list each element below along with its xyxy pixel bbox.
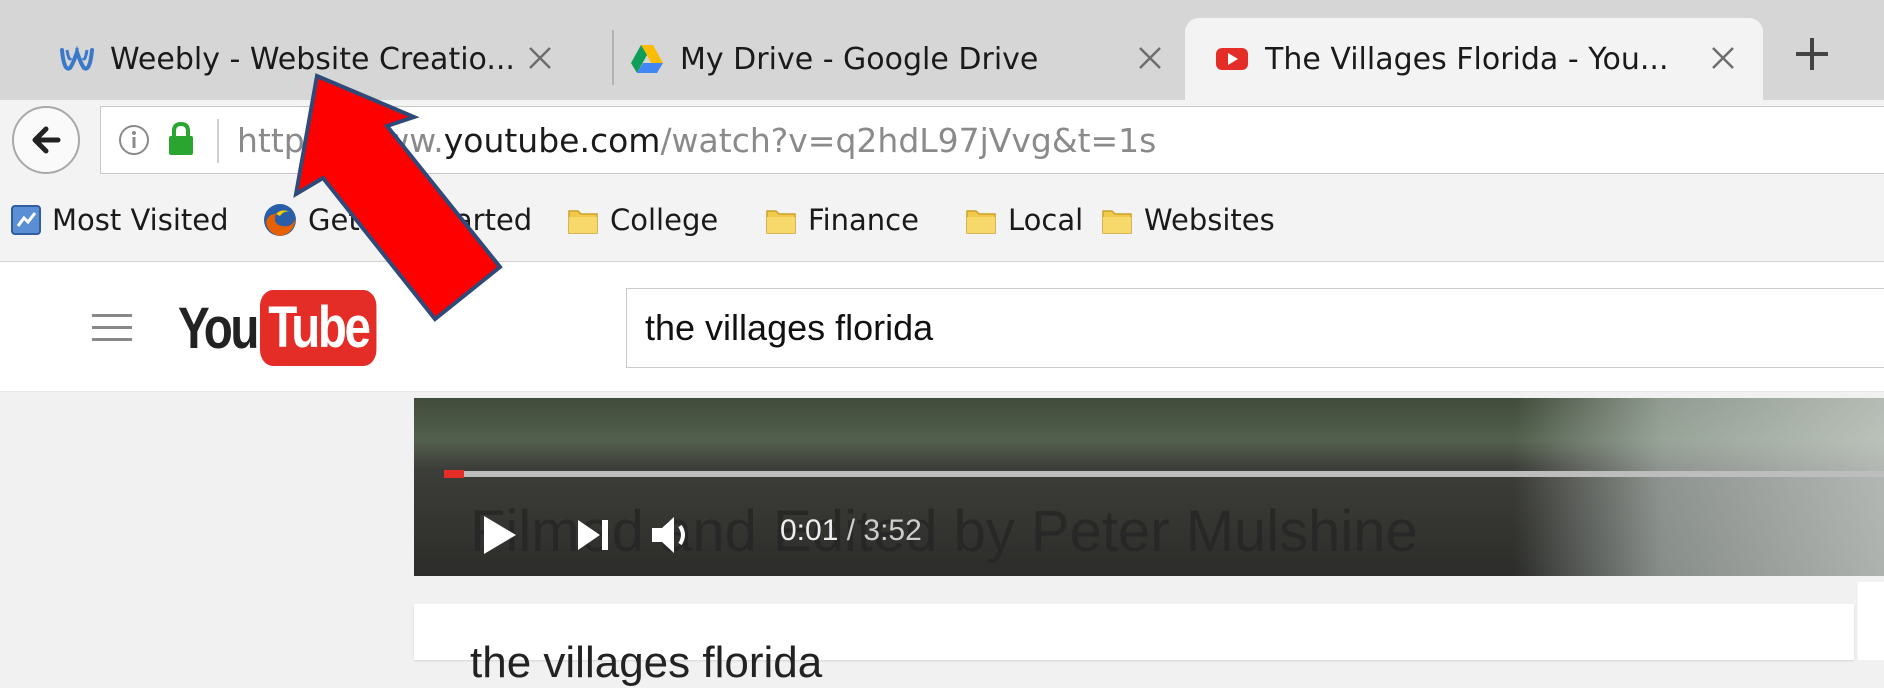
firefox-icon (264, 204, 296, 236)
youtube-header: You Tube the villages florida (0, 262, 1884, 392)
back-button[interactable] (12, 106, 80, 174)
weebly-icon (60, 45, 94, 71)
folder-icon (766, 210, 796, 234)
bookmark-label: Most Visited (52, 203, 229, 237)
close-icon[interactable] (1132, 40, 1168, 76)
lock-icon[interactable] (167, 121, 195, 157)
tab-weebly[interactable]: Weebly - Website Creatio... (60, 18, 580, 100)
video-title: the villages florida (470, 638, 823, 687)
bookmarks-bar: Most Visited Getting Started College Fin… (0, 180, 1884, 262)
play-icon[interactable] (480, 514, 520, 556)
tab-strip: Weebly - Website Creatio... My Drive - G… (0, 0, 1884, 100)
duration: 3:52 (863, 514, 922, 547)
volume-icon[interactable] (650, 514, 696, 556)
logo-you: You (178, 295, 259, 361)
bookmark-label: Finance (808, 203, 919, 237)
video-frame-sky (1514, 398, 1884, 576)
folder-icon (1102, 210, 1132, 234)
close-icon[interactable] (522, 40, 558, 76)
bookmark-finance[interactable]: Finance (764, 200, 919, 240)
tab-title: The Villages Florida - You... (1265, 41, 1669, 77)
back-arrow-icon (32, 126, 61, 154)
video-info-card: the villages florida (414, 604, 1854, 687)
address-bar[interactable]: https://www.youtube.com/watch?v=q2hdL97j… (100, 106, 1884, 174)
main-content: Filmed and Edited by Peter Mulshine 0:01… (0, 392, 1884, 687)
tab-title: Weebly - Website Creatio... (110, 41, 515, 77)
menu-icon[interactable] (92, 314, 132, 344)
navigation-bar: https://www.youtube.com/watch?v=q2hdL97j… (0, 100, 1884, 180)
folder-icon (966, 210, 996, 234)
bookmark-label: College (610, 203, 719, 237)
tab-google-drive[interactable]: My Drive - Google Drive (630, 18, 1190, 100)
url-path: /watch?v=q2hdL97jVvg&t=1s (660, 121, 1157, 160)
bookmark-websites[interactable]: Websites (1100, 200, 1275, 240)
most-visited-icon (11, 205, 41, 235)
url-separator (217, 119, 219, 163)
bookmark-college[interactable]: College (566, 200, 718, 240)
bookmark-label: Getting Started (308, 203, 533, 237)
bookmark-local[interactable]: Local (964, 200, 1083, 240)
sidebar-card-edge (1858, 582, 1884, 660)
progress-bar-played (444, 470, 464, 478)
logo-tube: Tube (260, 290, 377, 366)
youtube-icon (1216, 48, 1248, 70)
google-drive-icon (631, 45, 663, 73)
bookmark-getting-started[interactable]: Getting Started (262, 200, 532, 240)
bookmark-label: Websites (1144, 203, 1275, 237)
current-time: 0:01 (780, 514, 839, 547)
youtube-logo[interactable]: You Tube (178, 290, 402, 366)
search-query: the villages florida (645, 307, 934, 348)
new-tab-icon[interactable] (1788, 30, 1836, 78)
close-icon[interactable] (1705, 40, 1741, 76)
url-host: youtube.com (443, 121, 661, 160)
url-text[interactable]: https://www.youtube.com/watch?v=q2hdL97j… (237, 121, 1156, 161)
video-time: 0:01 / 3:52 (780, 514, 922, 547)
tab-separator (612, 30, 614, 85)
tab-title: My Drive - Google Drive (680, 41, 1039, 77)
tab-youtube-active[interactable]: The Villages Florida - You... (1185, 18, 1763, 100)
folder-icon (568, 210, 598, 234)
video-player[interactable]: Filmed and Edited by Peter Mulshine 0:01… (414, 398, 1884, 576)
bookmark-label: Local (1008, 203, 1084, 237)
info-icon[interactable] (117, 123, 151, 157)
next-icon[interactable] (574, 514, 614, 556)
progress-bar[interactable] (444, 471, 1884, 477)
bookmark-most-visited[interactable]: Most Visited (10, 200, 229, 240)
url-scheme: https://www. (237, 121, 444, 160)
search-input[interactable]: the villages florida (626, 288, 1884, 368)
